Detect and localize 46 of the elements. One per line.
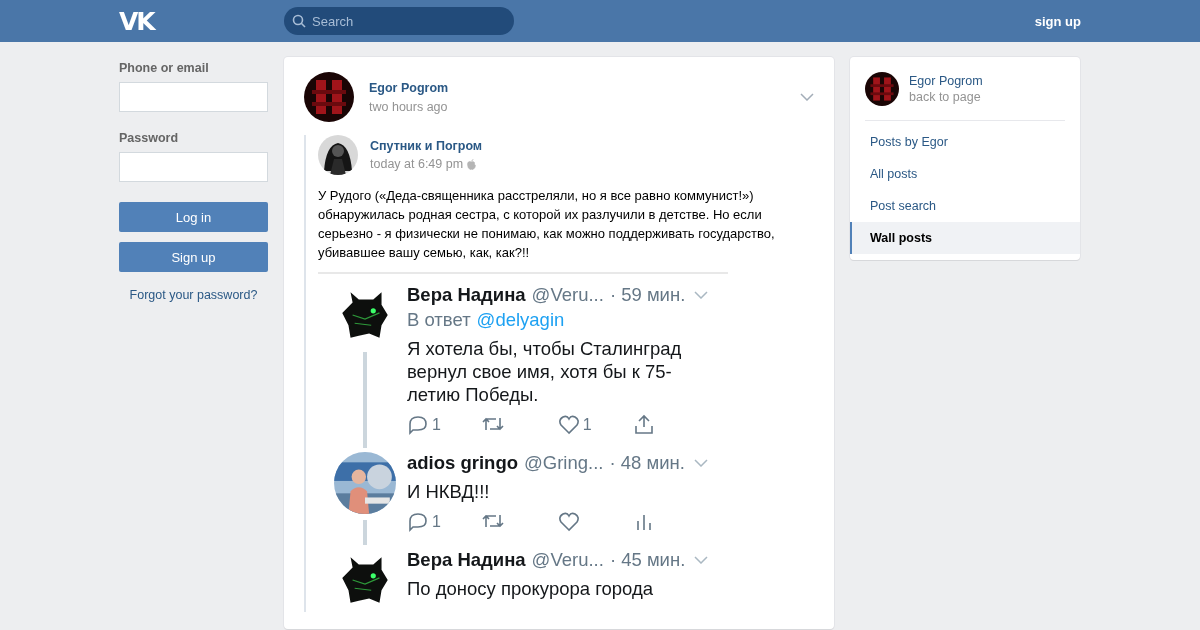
tweet-handle: @Gring... bbox=[524, 452, 604, 474]
tweet-author: Вера Надина bbox=[407, 284, 526, 306]
tweet-text: Я хотела бы, чтобы Сталинград вернул свое имя, хотя бы к 75-летию Победы. bbox=[407, 337, 683, 406]
speech-bubble-icon[interactable] bbox=[407, 511, 429, 533]
logo[interactable]: VK bbox=[119, 8, 284, 34]
menu-item[interactable]: All posts bbox=[850, 158, 1080, 190]
chevron-icon bbox=[694, 459, 708, 467]
field-label: Password bbox=[119, 131, 180, 145]
author-name[interactable]: Спутник и Погром bbox=[370, 139, 483, 153]
chevron-icon bbox=[694, 291, 708, 299]
forgot-password-link[interactable]: Forgot your password? bbox=[119, 288, 268, 302]
tweet-author: adios gringo bbox=[407, 452, 518, 474]
chevron-icon bbox=[694, 556, 708, 564]
tweet-text: По доносу прокурора города bbox=[407, 577, 655, 600]
heart-icon[interactable] bbox=[557, 511, 580, 533]
tweet-author: Вера Надина bbox=[407, 549, 526, 571]
input-field[interactable] bbox=[119, 82, 268, 112]
tweet-time: · 48 мин. bbox=[609, 452, 685, 474]
sign-up-button[interactable]: Sign up bbox=[119, 242, 268, 272]
tweet-handle: @Veru... bbox=[531, 284, 604, 306]
tweet-time: · 59 мин. bbox=[609, 284, 686, 306]
heart-icon[interactable] bbox=[557, 414, 580, 436]
author-name[interactable]: Egor Pogrom bbox=[369, 80, 449, 95]
post-time: two hours ago bbox=[369, 99, 449, 114]
apple-icon bbox=[467, 158, 477, 170]
menu-item[interactable]: Posts by Egor bbox=[850, 126, 1080, 158]
profile-name[interactable]: Egor Pogrom bbox=[909, 74, 983, 88]
tweet-time: · 45 мин. bbox=[609, 549, 686, 571]
action-count: 1 bbox=[432, 416, 441, 434]
tweet-text: И НКВД!!! bbox=[407, 480, 491, 503]
post-time: today at 6:49 pm bbox=[370, 157, 464, 171]
menu-item[interactable]: Post search bbox=[850, 190, 1080, 222]
search-icon bbox=[292, 14, 306, 28]
menu-item[interactable]: Wall posts bbox=[850, 222, 1080, 254]
log-in-button[interactable]: Log in bbox=[119, 202, 268, 232]
action-count: 1 bbox=[432, 513, 441, 531]
post-text: У Рудого («Деда-священника расстреляли, но я все равно коммунист!») обнаружилась родная сестра, с которой их разлучили в детстве. Но если серьезно - я физически не понимаю, как можно поддерживать государство, убивавшее вашу семью, как, как?!! bbox=[318, 187, 776, 262]
speech-bubble-icon[interactable] bbox=[407, 414, 429, 436]
action-count: 1 bbox=[582, 416, 592, 434]
field-label: Phone or email bbox=[119, 61, 210, 75]
tweet-handle: @Veru... bbox=[531, 549, 604, 571]
input-field[interactable] bbox=[119, 152, 268, 182]
share-icon[interactable] bbox=[633, 414, 655, 436]
sign-up-link[interactable]: sign up bbox=[1034, 13, 1081, 29]
search-field[interactable]: Search bbox=[284, 7, 514, 35]
reply-label: В ответ bbox=[407, 309, 471, 331]
